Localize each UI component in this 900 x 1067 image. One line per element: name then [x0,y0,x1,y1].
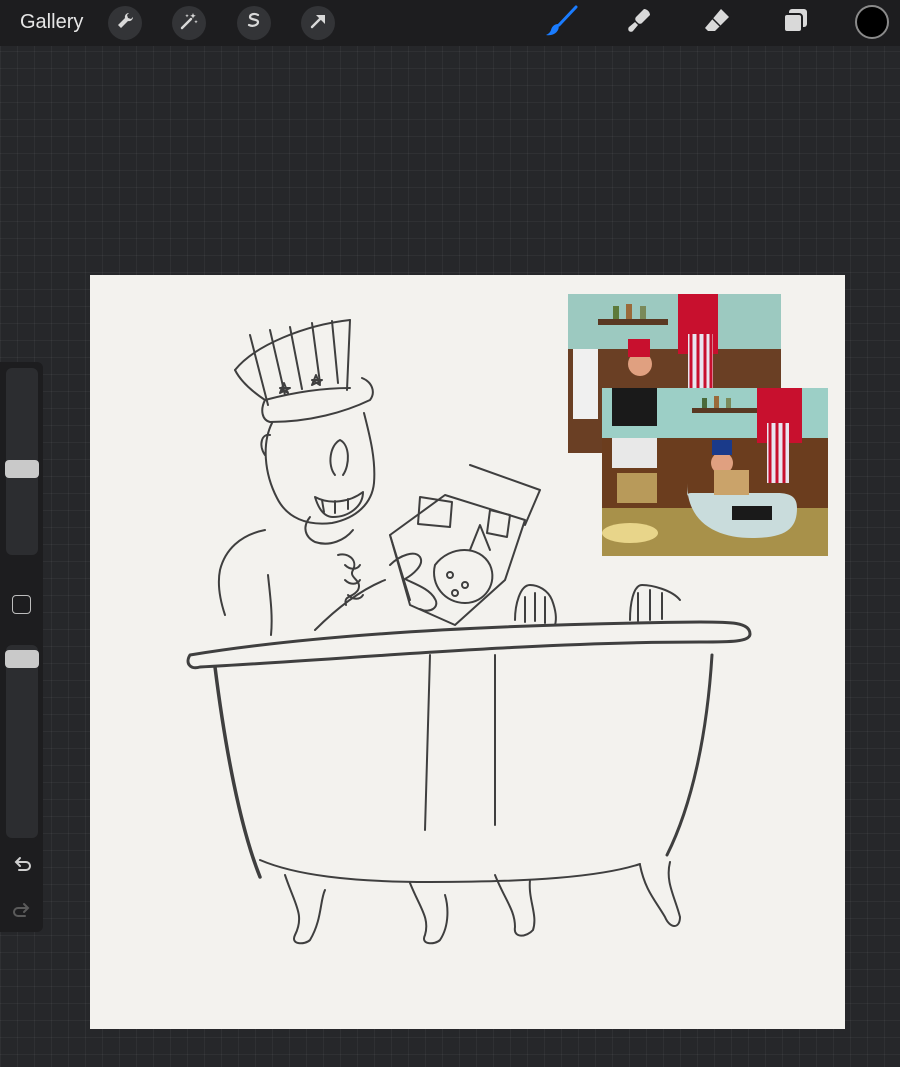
selection-button[interactable] [237,6,271,40]
layers-icon [780,6,810,41]
opacity-slider[interactable] [5,645,39,838]
transform-button[interactable] [301,6,335,40]
brush-size-slider[interactable] [5,368,39,555]
selection-icon [244,11,264,36]
brush-icon [545,4,579,43]
left-sidebar [0,362,43,932]
modify-button[interactable] [12,595,31,614]
actions-button[interactable] [108,6,142,40]
bathtub-scene-image [602,388,828,556]
redo-icon [11,899,33,926]
top-toolbar: Gallery [0,0,900,46]
smudge-icon [624,6,654,41]
brush-tool[interactable] [545,4,579,43]
wrench-icon [115,11,135,36]
brush-size-knob[interactable] [5,460,39,478]
eraser-icon [702,6,732,41]
magic-wand-icon [179,11,199,36]
undo-icon [11,853,33,880]
color-picker-button[interactable] [855,5,889,39]
drawing-canvas[interactable] [90,275,845,1029]
gallery-button[interactable]: Gallery [20,11,83,34]
undo-button[interactable] [10,854,34,878]
reference-photo-2[interactable] [602,388,828,556]
adjustments-button[interactable] [172,6,206,40]
transform-arrow-icon [308,11,328,36]
opacity-knob[interactable] [5,650,39,668]
layers-tool[interactable] [778,6,812,40]
eraser-tool[interactable] [700,6,734,40]
redo-button[interactable] [10,900,34,924]
smudge-tool[interactable] [622,6,656,40]
